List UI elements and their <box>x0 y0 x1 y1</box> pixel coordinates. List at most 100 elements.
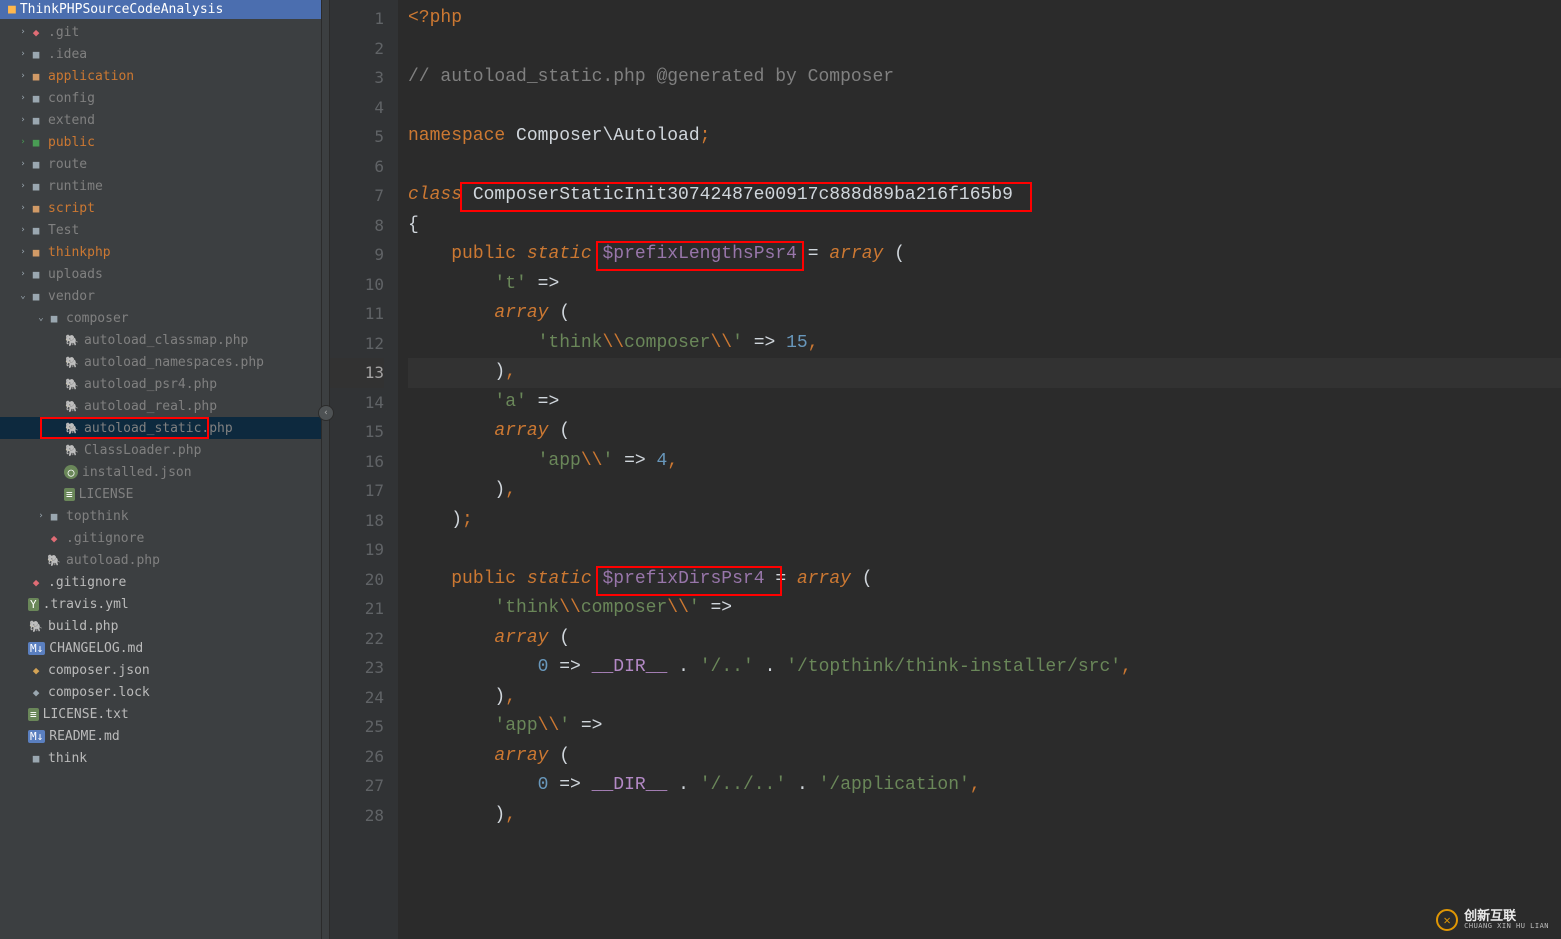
code-line[interactable]: ), <box>408 476 1561 506</box>
tree-item-autoload_psr4.php[interactable]: 🐘autoload_psr4.php <box>0 373 321 395</box>
chevron-icon[interactable]: › <box>18 21 28 43</box>
tree-item-uploads[interactable]: ›■uploads <box>0 263 321 285</box>
chevron-icon[interactable] <box>54 329 64 351</box>
chevron-icon[interactable] <box>18 747 28 769</box>
code-line[interactable]: ), <box>408 801 1561 831</box>
chevron-icon[interactable]: › <box>18 175 28 197</box>
tree-item-.idea[interactable]: ›■.idea <box>0 43 321 65</box>
code-line[interactable]: array ( <box>408 624 1561 654</box>
tree-item-public[interactable]: ›■public <box>0 131 321 153</box>
tree-item-README.md[interactable]: M↓README.md <box>0 725 321 747</box>
tree-item-think[interactable]: ■think <box>0 747 321 769</box>
tree-item-.gitignore[interactable]: ◆.gitignore <box>0 527 321 549</box>
tree-item-composer.lock[interactable]: ◆composer.lock <box>0 681 321 703</box>
chevron-icon[interactable] <box>54 417 64 439</box>
chevron-icon[interactable] <box>54 461 64 483</box>
tree-item-application[interactable]: ›■application <box>0 65 321 87</box>
code-line[interactable]: 'app\\' => 4, <box>408 447 1561 477</box>
tree-item-ClassLoader.php[interactable]: 🐘ClassLoader.php <box>0 439 321 461</box>
tree-item-composer.json[interactable]: ◆composer.json <box>0 659 321 681</box>
tree-item-autoload_static.php[interactable]: 🐘autoload_static.php <box>0 417 321 439</box>
chevron-icon[interactable]: › <box>36 505 46 527</box>
chevron-left-icon[interactable]: ‹ <box>318 405 334 421</box>
tree-item-autoload.php[interactable]: 🐘autoload.php <box>0 549 321 571</box>
chevron-icon[interactable] <box>54 395 64 417</box>
code-line[interactable] <box>408 535 1561 565</box>
code-line[interactable]: class ComposerStaticInit30742487e00917c8… <box>408 181 1561 211</box>
tree-item-route[interactable]: ›■route <box>0 153 321 175</box>
chevron-icon[interactable] <box>36 527 46 549</box>
code-line[interactable]: { <box>408 211 1561 241</box>
chevron-icon[interactable]: › <box>18 109 28 131</box>
chevron-icon[interactable] <box>18 571 28 593</box>
chevron-icon[interactable]: › <box>18 43 28 65</box>
code-line[interactable]: public static $prefixLengthsPsr4 = array… <box>408 240 1561 270</box>
project-sidebar[interactable]: ■ ThinkPHPSourceCodeAnalysis ›◆.git›■.id… <box>0 0 322 939</box>
chevron-icon[interactable] <box>18 593 28 615</box>
code-line[interactable]: array ( <box>408 742 1561 772</box>
chevron-icon[interactable] <box>54 439 64 461</box>
project-root[interactable]: ■ ThinkPHPSourceCodeAnalysis <box>0 0 321 19</box>
code-area[interactable]: <?php // autoload_static.php @generated b… <box>398 0 1561 939</box>
tree-item-thinkphp[interactable]: ›■thinkphp <box>0 241 321 263</box>
tree-item-composer[interactable]: ⌄■composer <box>0 307 321 329</box>
chevron-icon[interactable]: ⌄ <box>36 307 46 329</box>
code-line[interactable]: // autoload_static.php @generated by Com… <box>408 63 1561 93</box>
chevron-icon[interactable] <box>18 725 28 747</box>
code-line[interactable]: 'think\\composer\\' => <box>408 594 1561 624</box>
code-line[interactable]: 0 => __DIR__ . '/../..' . '/application'… <box>408 771 1561 801</box>
code-line[interactable]: 't' => <box>408 270 1561 300</box>
code-line[interactable]: array ( <box>408 299 1561 329</box>
tree-item-.git[interactable]: ›◆.git <box>0 21 321 43</box>
chevron-icon[interactable]: › <box>18 131 28 153</box>
tree-item-.gitignore[interactable]: ◆.gitignore <box>0 571 321 593</box>
chevron-icon[interactable]: › <box>18 263 28 285</box>
code-editor[interactable]: 1234567891011121314151617181920212223242… <box>330 0 1561 939</box>
tree-item-LICENSE.txt[interactable]: ≡LICENSE.txt <box>0 703 321 725</box>
chevron-icon[interactable]: › <box>18 65 28 87</box>
chevron-icon[interactable] <box>18 659 28 681</box>
tree-item-CHANGELOG.md[interactable]: M↓CHANGELOG.md <box>0 637 321 659</box>
tree-item-autoload_real.php[interactable]: 🐘autoload_real.php <box>0 395 321 417</box>
chevron-icon[interactable]: › <box>18 87 28 109</box>
tree-item-vendor[interactable]: ⌄■vendor <box>0 285 321 307</box>
code-line[interactable]: ), <box>408 358 1561 388</box>
tree-item-.travis.yml[interactable]: Y.travis.yml <box>0 593 321 615</box>
code-line[interactable]: <?php <box>408 4 1561 34</box>
tree-item-autoload_classmap.php[interactable]: 🐘autoload_classmap.php <box>0 329 321 351</box>
tree-item-Test[interactable]: ›■Test <box>0 219 321 241</box>
tree-item-script[interactable]: ›■script <box>0 197 321 219</box>
tree-item-autoload_namespaces.php[interactable]: 🐘autoload_namespaces.php <box>0 351 321 373</box>
chevron-icon[interactable]: › <box>18 153 28 175</box>
tree-item-runtime[interactable]: ›■runtime <box>0 175 321 197</box>
chevron-icon[interactable] <box>18 637 28 659</box>
tree-item-installed.json[interactable]: ◯installed.json <box>0 461 321 483</box>
chevron-icon[interactable]: › <box>18 241 28 263</box>
code-line[interactable]: public static $prefixDirsPsr4 = array ( <box>408 565 1561 595</box>
chevron-icon[interactable] <box>54 351 64 373</box>
code-line[interactable] <box>408 34 1561 64</box>
code-line[interactable]: 'app\\' => <box>408 712 1561 742</box>
tree-item-LICENSE[interactable]: ≡LICENSE <box>0 483 321 505</box>
code-line[interactable] <box>408 93 1561 123</box>
tree-item-config[interactable]: ›■config <box>0 87 321 109</box>
tree-item-extend[interactable]: ›■extend <box>0 109 321 131</box>
splitter[interactable]: ‹ <box>322 0 330 939</box>
code-line[interactable]: array ( <box>408 417 1561 447</box>
chevron-icon[interactable] <box>18 681 28 703</box>
chevron-icon[interactable]: › <box>18 219 28 241</box>
tree-item-topthink[interactable]: ›■topthink <box>0 505 321 527</box>
code-line[interactable]: 'think\\composer\\' => 15, <box>408 329 1561 359</box>
chevron-icon[interactable] <box>54 373 64 395</box>
chevron-icon[interactable] <box>54 483 64 505</box>
code-line[interactable] <box>408 152 1561 182</box>
chevron-icon[interactable]: ⌄ <box>18 285 28 307</box>
code-line[interactable]: ); <box>408 506 1561 536</box>
chevron-icon[interactable] <box>36 549 46 571</box>
chevron-icon[interactable] <box>18 615 28 637</box>
chevron-icon[interactable] <box>18 703 28 725</box>
file-tree[interactable]: ›◆.git›■.idea›■application›■config›■exte… <box>0 19 321 771</box>
code-line[interactable]: 'a' => <box>408 388 1561 418</box>
code-line[interactable]: ), <box>408 683 1561 713</box>
code-line[interactable]: 0 => __DIR__ . '/..' . '/topthink/think-… <box>408 653 1561 683</box>
